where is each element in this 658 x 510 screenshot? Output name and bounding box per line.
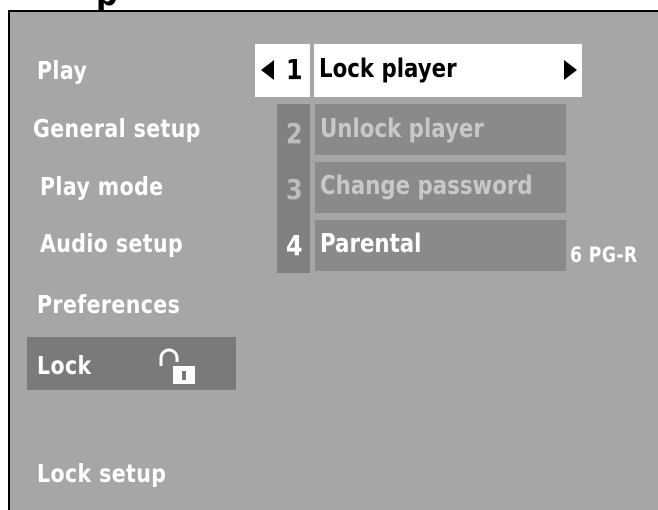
- submenu-item-lock-player[interactable]: 1 Lock player: [255, 44, 582, 97]
- submenu-item-parental[interactable]: Parental: [315, 220, 566, 271]
- title-bar: p: [0, 0, 658, 10]
- submenu-number: 3: [286, 173, 303, 206]
- submenu-label: Change password: [320, 171, 533, 201]
- submenu-label: Parental: [320, 229, 422, 259]
- menu-item-general-setup[interactable]: General setup: [33, 114, 201, 143]
- arrow-left-icon: [261, 60, 274, 80]
- menu-item-lock-label: Lock: [37, 351, 92, 380]
- open-padlock-icon: [159, 348, 195, 384]
- page-title: p: [96, 0, 118, 10]
- submenu-number: 4: [286, 229, 303, 262]
- submenu-item-change-password[interactable]: Change password: [315, 162, 566, 213]
- menu-item-lock[interactable]: Lock: [27, 337, 236, 390]
- menu-item-preferences[interactable]: Preferences: [37, 290, 180, 319]
- parental-level-value: 6 PG-R: [570, 243, 638, 267]
- divider: [310, 44, 314, 97]
- menu-item-audio-setup[interactable]: Audio setup: [40, 229, 183, 258]
- submenu-label: Lock player: [319, 54, 457, 84]
- arrow-right-icon: [564, 60, 577, 80]
- submenu-label: Unlock player: [320, 114, 484, 144]
- submenu-number: 2: [286, 117, 303, 150]
- status-text: Lock setup: [37, 459, 167, 488]
- submenu-number: 1: [286, 53, 303, 86]
- menu-item-play[interactable]: Play: [37, 56, 87, 85]
- menu-item-play-mode[interactable]: Play mode: [40, 172, 163, 201]
- submenu-item-unlock-player[interactable]: Unlock player: [315, 104, 566, 155]
